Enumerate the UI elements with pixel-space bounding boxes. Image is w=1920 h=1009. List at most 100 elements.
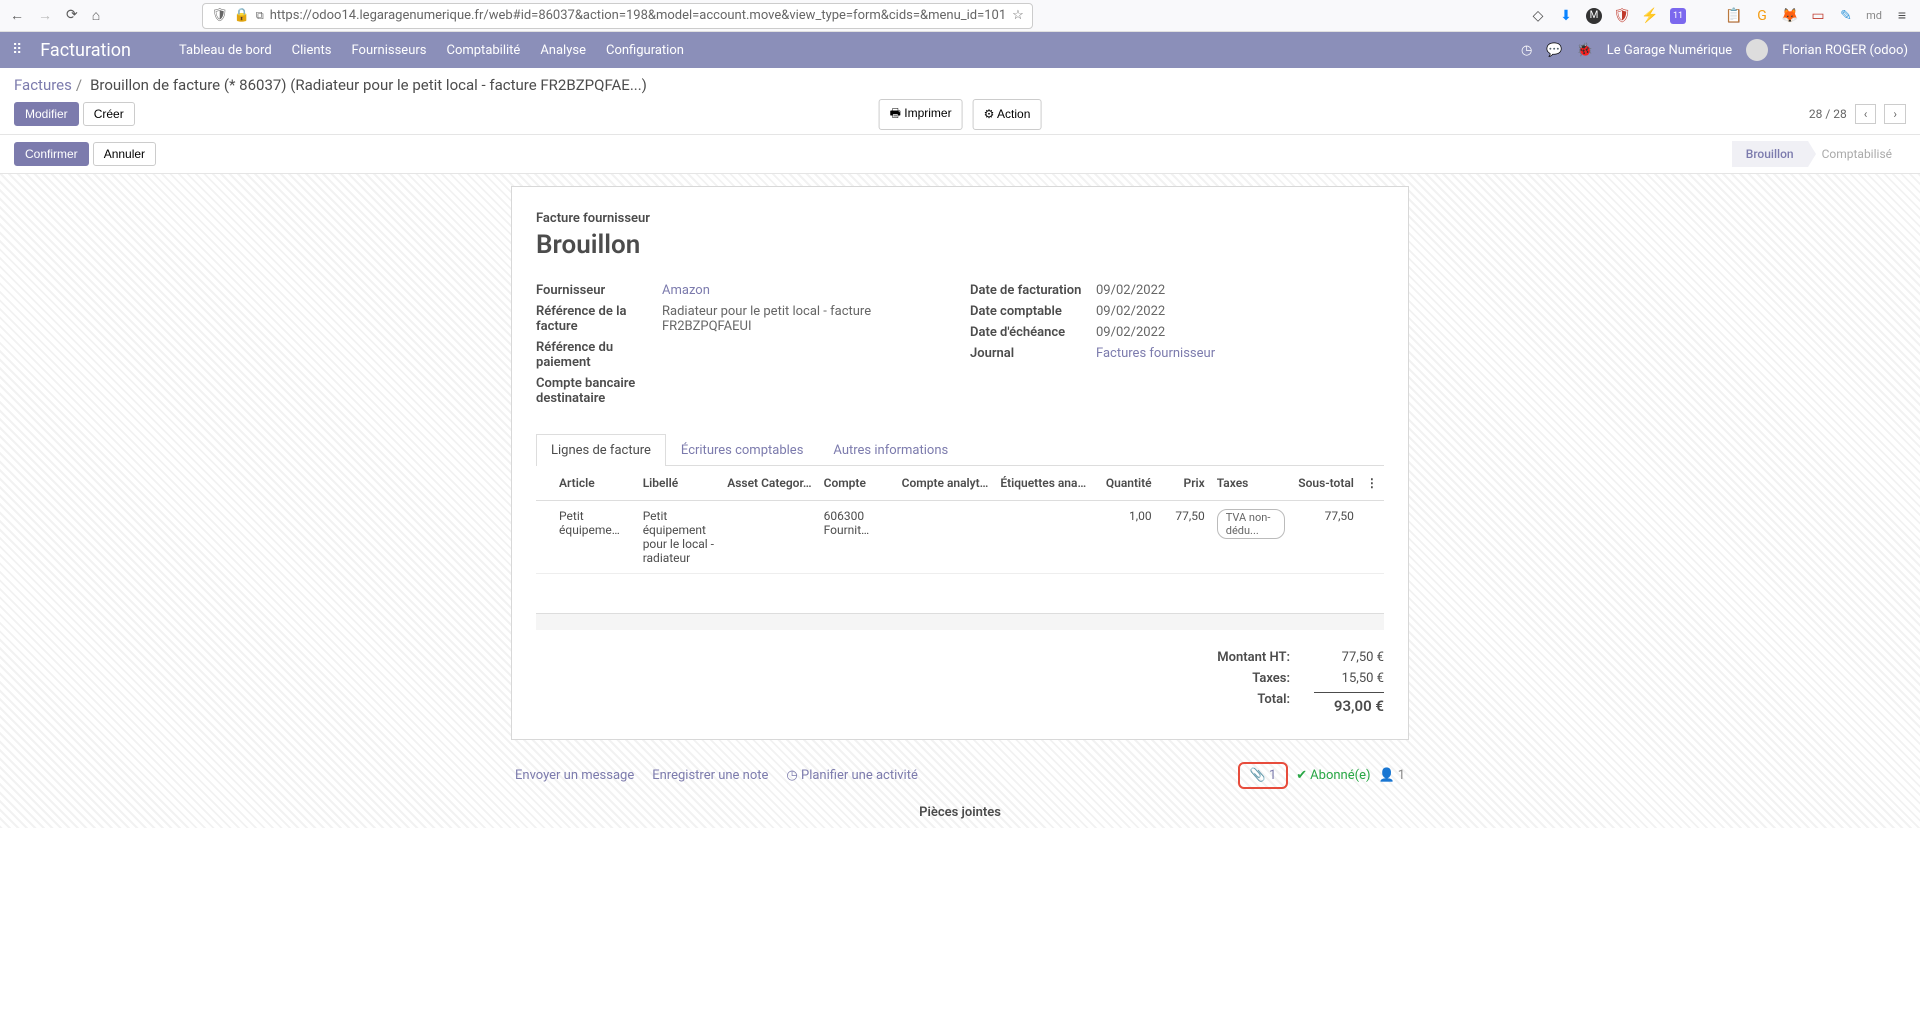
total-tax-label: Taxes:	[1170, 671, 1290, 686]
ext-icon[interactable]: ✎	[1838, 8, 1854, 24]
schedule-activity-link[interactable]: ◷ Planifier une activité	[786, 768, 917, 783]
journal-link[interactable]: Factures fournisseur	[1096, 346, 1215, 361]
menu-accounting[interactable]: Comptabilité	[446, 43, 520, 58]
menu-dashboard[interactable]: Tableau de bord	[179, 43, 272, 58]
th-subtotal[interactable]: Sous-total	[1291, 466, 1360, 501]
label-payref: Référence du paiement	[536, 340, 662, 370]
th-price[interactable]: Prix	[1158, 466, 1211, 501]
right-fields: Date de facturation09/02/2022 Date compt…	[970, 280, 1384, 409]
menu-icon[interactable]: ≡	[1894, 8, 1910, 24]
pager-next[interactable]: ›	[1884, 104, 1906, 124]
ext-icon[interactable]: 📋	[1726, 8, 1742, 24]
th-taxes[interactable]: Taxes	[1211, 466, 1291, 501]
avatar[interactable]	[1746, 39, 1768, 61]
apps-icon[interactable]: ⠿	[12, 42, 22, 58]
user-name[interactable]: Florian ROGER (odoo)	[1782, 43, 1908, 58]
reload-icon[interactable]: ⟳	[66, 7, 78, 24]
cell-qty: 1,00	[1092, 501, 1157, 574]
confirm-button[interactable]: Confirmer	[14, 142, 89, 166]
action-button[interactable]: ⚙ Action	[973, 99, 1042, 130]
th-asset[interactable]: Asset Categor…	[721, 466, 817, 501]
th-options-icon[interactable]: ⋮	[1360, 466, 1384, 501]
breadcrumb: Factures / Brouillon de facture (* 86037…	[0, 68, 1920, 98]
cancel-button[interactable]: Annuler	[93, 142, 156, 166]
attachment-count[interactable]: 📎1	[1238, 762, 1289, 789]
left-fields: FournisseurAmazon Référence de la factur…	[536, 280, 950, 409]
ext-icon[interactable]: ⚡	[1642, 8, 1658, 24]
th-analytic[interactable]: Compte analyt…	[896, 466, 995, 501]
table-row[interactable]: Petit équipeme… Petit équipement pour le…	[536, 501, 1384, 574]
cell-price: 77,50	[1158, 501, 1211, 574]
print-button[interactable]: 🖶 Imprimer	[879, 99, 963, 130]
ext-icon[interactable]: ▭	[1810, 8, 1826, 24]
debug-icon[interactable]: 🐞	[1577, 43, 1593, 58]
menu-customers[interactable]: Clients	[292, 43, 332, 58]
label-invdate: Date de facturation	[970, 283, 1096, 298]
total-ht-val: 77,50 €	[1314, 650, 1384, 665]
back-icon[interactable]: ←	[10, 7, 24, 24]
subscribe-button[interactable]: ✔Abonné(e)	[1296, 768, 1370, 783]
label-journal: Journal	[970, 346, 1096, 361]
form-background: Facture fournisseur Brouillon Fournisseu…	[0, 174, 1920, 828]
tab-journal[interactable]: Écritures comptables	[666, 434, 818, 466]
th-account[interactable]: Compte	[818, 466, 896, 501]
clock-icon[interactable]: ◷	[1521, 43, 1532, 58]
check-icon: ✔	[1296, 768, 1307, 783]
th-article[interactable]: Article	[553, 466, 637, 501]
main-menu: Tableau de bord Clients Fournisseurs Com…	[179, 43, 684, 58]
tab-lines[interactable]: Lignes de facture	[536, 434, 666, 466]
gear-icon: ⚙	[984, 107, 997, 121]
stage-draft[interactable]: Brouillon	[1732, 141, 1808, 167]
app-brand[interactable]: Facturation	[40, 40, 131, 61]
th-qty[interactable]: Quantité	[1092, 466, 1157, 501]
url-bar[interactable]: 🛡 🔒 ⧉ https://odoo14.legaragenumerique.f…	[202, 3, 1033, 29]
follower-count[interactable]: 👤1	[1379, 768, 1406, 783]
log-note-link[interactable]: Enregistrer une note	[652, 768, 768, 783]
ublock-icon[interactable]: 🛡	[1614, 8, 1630, 24]
download-icon[interactable]: ⬇	[1558, 8, 1574, 24]
vendor-link[interactable]: Amazon	[662, 283, 710, 298]
ext-icon[interactable]: G	[1754, 8, 1770, 24]
url-text: https://odoo14.legaragenumerique.fr/web#…	[270, 8, 1006, 23]
ext-icon[interactable]: md	[1866, 8, 1882, 24]
ext-icon[interactable]	[1698, 8, 1714, 24]
pager-text[interactable]: 28 / 28	[1809, 107, 1847, 121]
value-invdate: 09/02/2022	[1096, 283, 1384, 298]
lock-icon: 🔒	[234, 8, 250, 23]
home-icon[interactable]: ⌂	[92, 7, 100, 24]
ext-icon[interactable]: 11	[1670, 8, 1686, 24]
tab-other[interactable]: Autres informations	[818, 434, 963, 466]
breadcrumb-root[interactable]: Factures	[14, 76, 72, 94]
person-icon: 👤	[1379, 768, 1395, 783]
pager-prev[interactable]: ‹	[1855, 104, 1877, 124]
ext-icon[interactable]: M	[1586, 8, 1602, 24]
company-name[interactable]: Le Garage Numérique	[1607, 43, 1732, 58]
action-bar: Modifier Créer 🖶 Imprimer ⚙ Action 28 / …	[0, 98, 1920, 134]
value-duedate: 09/02/2022	[1096, 325, 1384, 340]
invoice-lines-table: Article Libellé Asset Categor… Compte Co…	[536, 466, 1384, 630]
browser-toolbar: ← → ⟳ ⌂ 🛡 🔒 ⧉ https://odoo14.legaragenum…	[0, 0, 1920, 32]
value-payref	[662, 340, 950, 370]
create-button[interactable]: Créer	[83, 102, 135, 126]
chat-icon[interactable]: 💬	[1546, 43, 1562, 58]
cell-account: 606300 Fournit…	[818, 501, 896, 574]
value-ref: Radiateur pour le petit local - facture …	[662, 304, 950, 334]
total-val: 93,00 €	[1314, 692, 1384, 715]
send-message-link[interactable]: Envoyer un message	[515, 768, 634, 783]
ext-icon[interactable]: 🦊	[1782, 8, 1798, 24]
tabs: Lignes de facture Écritures comptables A…	[536, 433, 1384, 466]
pocket-icon[interactable]: ◇	[1530, 8, 1546, 24]
th-label[interactable]: Libellé	[637, 466, 722, 501]
star-icon[interactable]: ☆	[1012, 8, 1024, 23]
th-tags[interactable]: Étiquettes ana…	[994, 466, 1092, 501]
menu-vendors[interactable]: Fournisseurs	[352, 43, 427, 58]
cell-article: Petit équipeme…	[553, 501, 637, 574]
menu-config[interactable]: Configuration	[606, 43, 684, 58]
total-tax-val: 15,50 €	[1314, 671, 1384, 686]
value-accdate: 09/02/2022	[1096, 304, 1384, 319]
menu-analysis[interactable]: Analyse	[540, 43, 586, 58]
forward-icon[interactable]: →	[38, 7, 52, 24]
modify-button[interactable]: Modifier	[14, 102, 79, 126]
stage-posted[interactable]: Comptabilisé	[1808, 141, 1906, 167]
label-vendor: Fournisseur	[536, 283, 662, 298]
